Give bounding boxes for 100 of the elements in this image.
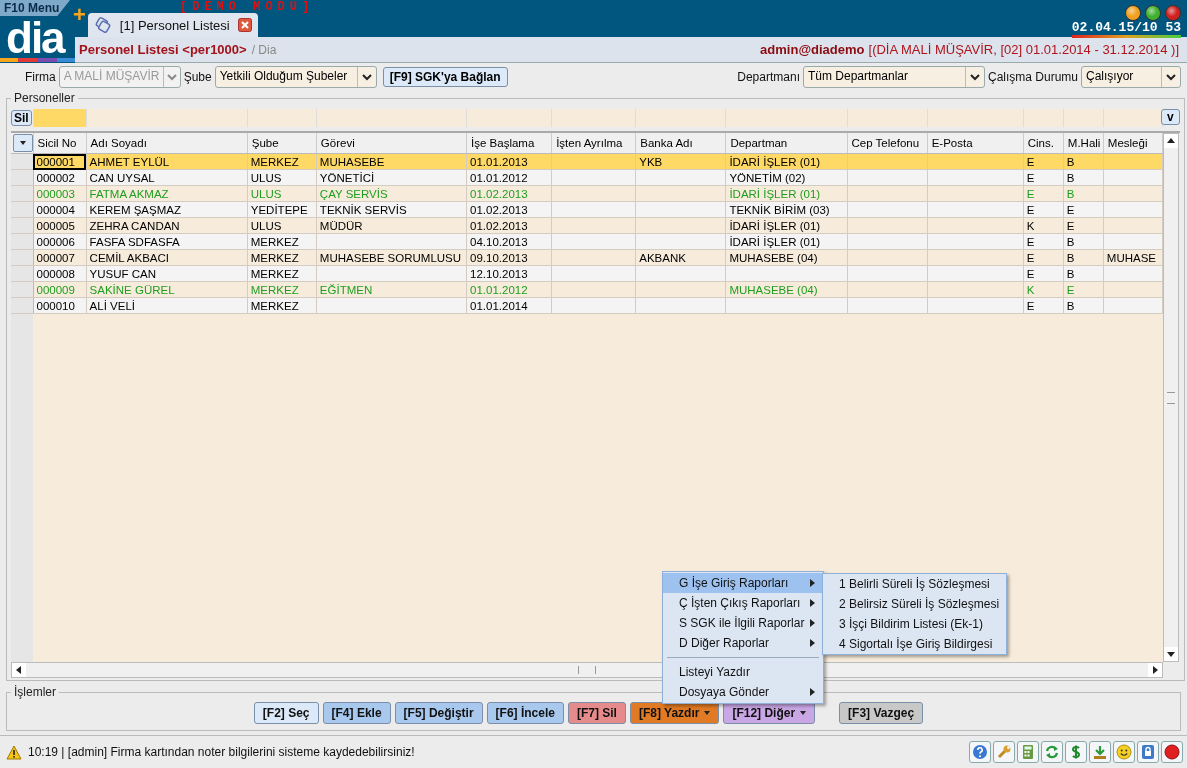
scrollbar[interactable] (1163, 133, 1179, 662)
tab-label: [1] Personel Listesi (119, 17, 230, 33)
action-button[interactable]: [F4] Ekle (322, 702, 391, 724)
clear-filter-button[interactable]: Sil (11, 110, 32, 126)
column-chooser-button[interactable]: v (1161, 109, 1180, 125)
refresh-icon[interactable] (1044, 744, 1060, 760)
column-header[interactable]: Departman (725, 133, 848, 154)
group-title: Personeller (13, 91, 76, 105)
action-button[interactable]: [F2] Seç (253, 702, 319, 724)
maximize-button[interactable] (1145, 5, 1161, 21)
filter-cell[interactable] (551, 109, 636, 127)
filter-cell[interactable] (725, 109, 848, 127)
filter-cell[interactable] (316, 109, 467, 127)
column-header[interactable]: E-Posta (927, 133, 1024, 154)
caret-icon (704, 711, 711, 715)
action-button[interactable]: [F6] İncele (486, 702, 564, 724)
table-row[interactable]: 000006 FASFA SDFASFA MERKEZ 04.10.2013 İDARİ İŞLER (01) E B (11, 233, 1163, 250)
close-button[interactable] (1165, 5, 1181, 21)
scroll-thumb[interactable] (578, 666, 596, 674)
table-row[interactable]: 000007 CEMİL AKBACI MERKEZ MUHASEBE SORUMLUSU 09.10.2013 AKBANK MUHASEBE (04) E B MUHASE (11, 249, 1163, 266)
column-header[interactable]: Cep Telefonu (847, 133, 928, 154)
column-header[interactable]: Mesleği (1103, 133, 1163, 154)
download-icon[interactable] (1092, 744, 1108, 760)
breadcrumb-path: / Dia (251, 42, 277, 57)
menu-item[interactable]: Dosyaya Gönder (663, 682, 823, 702)
row-menu-button[interactable] (13, 134, 32, 152)
filter-cell[interactable] (847, 109, 928, 127)
caret-icon (800, 711, 807, 715)
menu-item[interactable]: G İşe Giriş Raporları (663, 573, 823, 593)
menu-item[interactable]: 2 Belirsiz Süreli İş Sözleşmesi (823, 594, 1006, 614)
column-header[interactable]: Cins. (1023, 133, 1064, 154)
column-header[interactable]: Görevi (316, 133, 467, 154)
smiley-icon[interactable] (1116, 744, 1132, 760)
new-tab-button[interactable]: + (73, 5, 86, 26)
action-button[interactable]: [F12] Diğer (723, 702, 816, 724)
table-row[interactable]: 000005 ZEHRA CANDAN ULUS MÜDÜR 01.02.2013 İDARİ İŞLER (01) K E (11, 217, 1163, 234)
scroll-thumb[interactable] (1167, 391, 1175, 404)
action-button[interactable]: [F5] Değiştir (394, 702, 483, 724)
menu-item[interactable]: 4 Sigortalı İşe Giriş Bildirgesi (823, 634, 1006, 654)
menu-item[interactable]: S SGK ile İlgili Raporlar (663, 613, 823, 633)
lock-icon[interactable] (1140, 744, 1156, 760)
close-icon[interactable] (237, 18, 252, 33)
field-label: Şube (183, 70, 212, 84)
tab-icon (93, 16, 112, 35)
column-header[interactable]: M.Hali (1063, 133, 1104, 154)
exit-icon[interactable] (1164, 744, 1180, 760)
column-header[interactable]: İşten Ayrılma (551, 133, 636, 154)
column-header[interactable]: Sicil No (33, 133, 87, 154)
filter-cell[interactable] (247, 109, 317, 127)
filter-cell[interactable] (635, 109, 726, 127)
session-info: [(DİA MALİ MÜŞAVİR, [02] 01.01.2014 - 31.12.2014 )] (868, 42, 1179, 58)
column-header[interactable]: Şube (247, 133, 317, 154)
dropdown-field[interactable]: Çalışıyor (1081, 66, 1181, 88)
dropdown-field[interactable]: Yetkili Olduğum Şubeler (214, 66, 377, 88)
caret-icon (19, 140, 27, 146)
table-row[interactable]: 000001 AHMET EYLÜL MERKEZ MUHASEBE 01.01.2013 YKB İDARİ İŞLER (01) E B (11, 153, 1163, 170)
scroll-right-icon[interactable] (1151, 666, 1159, 674)
filter-cell[interactable] (86, 109, 248, 127)
submenu-arrow-icon (810, 599, 815, 607)
filter-cell[interactable] (1023, 109, 1064, 127)
field-label: Firma (25, 70, 56, 84)
menu-item[interactable]: Listeyi Yazdır (663, 662, 823, 682)
filter-cell[interactable] (1063, 109, 1104, 127)
filter-cell[interactable] (33, 109, 87, 127)
column-header[interactable]: İşe Başlama (466, 133, 552, 154)
group-title: İşlemler (13, 685, 57, 699)
tab[interactable]: [1] Personel Listesi (87, 13, 258, 38)
wrench-icon[interactable] (996, 744, 1012, 760)
user-name: admin@diademo (760, 42, 865, 58)
action-button[interactable]: [F3] Vazgeç (839, 702, 924, 724)
menu-item[interactable]: 3 İşçi Bildirim Listesi (Ek-1) (823, 614, 1006, 634)
calculator-icon[interactable] (1020, 744, 1036, 760)
minimize-button[interactable] (1125, 5, 1141, 21)
sgk-button[interactable]: [F9] SGK'ya Bağlan (382, 67, 508, 87)
table-row[interactable]: 000002 CAN UYSAL ULUS YÖNETİCİ 01.01.2012 YÖNETİM (02) E B (11, 169, 1163, 186)
demo-mode-label: [DEMO MODU] (180, 0, 315, 14)
scroll-up-icon[interactable] (1167, 137, 1175, 145)
help-icon[interactable] (972, 744, 988, 760)
action-button[interactable]: [F8] Yazdır (629, 702, 720, 724)
menu-button[interactable]: F10 Menu (0, 0, 70, 16)
column-header[interactable]: Banka Adı (635, 133, 726, 154)
filter-cell[interactable] (1103, 109, 1163, 127)
action-button[interactable]: [F7] Sil (567, 702, 626, 724)
dropdown-field: A MALİ MÜŞAVİR (58, 66, 181, 88)
submenu-arrow-icon (810, 688, 815, 696)
menu-item[interactable]: D Diğer Raporlar (663, 633, 823, 653)
dropdown-field[interactable]: Tüm Departmanlar (802, 66, 985, 88)
status-message: 10:19 | [admin] Firma kartından noter bilgilerini sisteme kaydedebilirsiniz! (28, 745, 415, 759)
table-row[interactable]: 000004 KEREM ŞAŞMAZ YEDİTEPE TEKNİK SERVİS 01.02.2013 TEKNİK BİRİM (03) E E (11, 201, 1163, 218)
filter-cell[interactable] (927, 109, 1024, 127)
table-row[interactable]: 000008 YUSUF CAN MERKEZ 12.10.2013 E B (11, 265, 1163, 282)
menu-item[interactable]: Ç İşten Çıkış Raporları (663, 593, 823, 613)
column-header[interactable]: Adı Soyadı (86, 133, 248, 154)
page-title: Personel Listesi <per1000> (79, 42, 247, 58)
scroll-down-icon[interactable] (1167, 650, 1175, 658)
filter-cell[interactable] (466, 109, 552, 127)
scroll-left-icon[interactable] (15, 666, 23, 674)
submenu-arrow-icon (810, 579, 815, 587)
menu-item[interactable]: 1 Belirli Süreli İş Sözleşmesi (823, 574, 1006, 594)
table-row[interactable]: 000010 ALİ VELİ MERKEZ 01.01.2014 E B (11, 297, 1163, 314)
